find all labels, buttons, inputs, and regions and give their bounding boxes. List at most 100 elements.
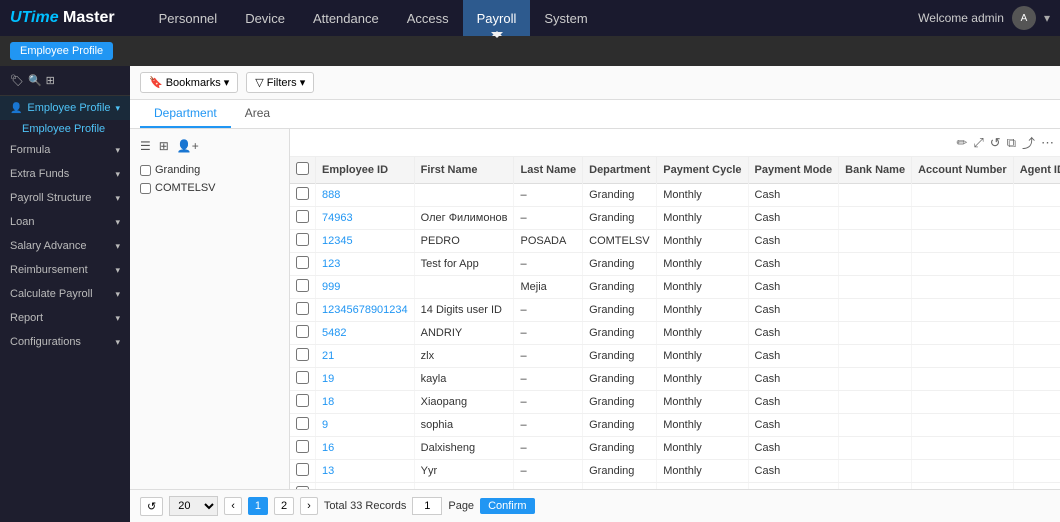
sidebar-item-reimbursement[interactable]: Reimbursement ▾ bbox=[0, 258, 130, 282]
nav-system[interactable]: System bbox=[530, 0, 601, 36]
row-checkbox[interactable] bbox=[296, 233, 309, 246]
sidebar-item-payroll-structure[interactable]: Payroll Structure ▾ bbox=[0, 186, 130, 210]
per-page-select[interactable]: 20 50 100 bbox=[169, 496, 218, 516]
table-row: 888 – Granding Monthly Cash ✔ bbox=[290, 184, 1060, 207]
copy-action-icon[interactable]: ⧉ bbox=[1007, 135, 1016, 151]
employee-id-link[interactable]: 9 bbox=[322, 419, 328, 431]
employee-id-link[interactable]: 123 bbox=[322, 258, 340, 270]
sidebar-item-loan[interactable]: Loan ▾ bbox=[0, 210, 130, 234]
row-checkbox[interactable] bbox=[296, 187, 309, 200]
confirm-button[interactable]: Confirm bbox=[480, 498, 535, 514]
page-2-button[interactable]: 2 bbox=[274, 497, 294, 515]
expand-action-icon[interactable]: ⤢ bbox=[973, 135, 983, 151]
row-checkbox[interactable] bbox=[296, 371, 309, 384]
sidebar-arrow-extra-funds: ▾ bbox=[115, 169, 120, 180]
row-checkbox[interactable] bbox=[296, 440, 309, 453]
grid-view-icon[interactable]: ⊞ bbox=[157, 137, 171, 155]
sidebar-item-salary-advance[interactable]: Salary Advance ▾ bbox=[0, 234, 130, 258]
next-page-button[interactable]: › bbox=[300, 497, 318, 515]
cell-first-name: zlx bbox=[414, 345, 514, 368]
more-action-icon[interactable]: ⋯ bbox=[1041, 135, 1054, 151]
row-checkbox[interactable] bbox=[296, 279, 309, 292]
employee-id-link[interactable]: 5482 bbox=[322, 327, 346, 339]
row-checkbox[interactable] bbox=[296, 348, 309, 361]
bookmarks-button[interactable]: 🔖 Bookmarks ▾ bbox=[140, 72, 238, 93]
cell-payment-cycle: Monthly bbox=[657, 230, 748, 253]
add-person-icon[interactable]: 👤+ bbox=[175, 137, 201, 155]
employee-id-link[interactable]: 12345 bbox=[322, 235, 353, 247]
dept-granding-checkbox[interactable] bbox=[140, 165, 151, 176]
dept-comtelsv-checkbox[interactable] bbox=[140, 183, 151, 194]
sidebar-item-configurations[interactable]: Configurations ▾ bbox=[0, 330, 130, 354]
row-checkbox[interactable] bbox=[296, 302, 309, 315]
employee-id-link[interactable]: 88 bbox=[322, 488, 334, 489]
employee-id-link[interactable]: 21 bbox=[322, 350, 334, 362]
tab-area[interactable]: Area bbox=[231, 100, 284, 128]
avatar[interactable]: A bbox=[1012, 6, 1036, 30]
row-checkbox[interactable] bbox=[296, 394, 309, 407]
share-action-icon[interactable]: ⤴ bbox=[1022, 133, 1035, 152]
employee-id-link[interactable]: 999 bbox=[322, 281, 340, 293]
row-checkbox[interactable] bbox=[296, 486, 309, 489]
cell-bank-name bbox=[839, 414, 912, 437]
page-jump-input[interactable] bbox=[412, 497, 442, 515]
nav-attendance[interactable]: Attendance bbox=[299, 0, 393, 36]
employee-id-link[interactable]: 74963 bbox=[322, 212, 353, 224]
row-checkbox-cell bbox=[290, 483, 316, 490]
cell-department: Granding bbox=[583, 253, 657, 276]
refresh-action-icon[interactable]: ↺ bbox=[990, 135, 1001, 151]
table-row: 123 Test for App – Granding Monthly Cash… bbox=[290, 253, 1060, 276]
cell-last-name: – bbox=[514, 414, 583, 437]
sidebar-label-loan: Loan bbox=[10, 216, 34, 228]
edit-action-icon[interactable]: ✏ bbox=[956, 135, 967, 151]
breadcrumb-bar: Employee Profile bbox=[0, 36, 1060, 66]
tab-department[interactable]: Department bbox=[140, 100, 231, 128]
cell-department: Granding bbox=[583, 207, 657, 230]
row-checkbox[interactable] bbox=[296, 210, 309, 223]
row-checkbox[interactable] bbox=[296, 256, 309, 269]
reload-button[interactable]: ↺ bbox=[140, 497, 163, 516]
nav-personnel[interactable]: Personnel bbox=[145, 0, 232, 36]
page-1-button[interactable]: 1 bbox=[248, 497, 268, 515]
sidebar-item-formula[interactable]: Formula ▾ bbox=[0, 138, 130, 162]
search-icon[interactable]: 🔍 bbox=[28, 74, 42, 87]
bookmark-icon: 🔖 bbox=[149, 76, 163, 89]
employee-id-link[interactable]: 13 bbox=[322, 465, 334, 477]
employee-id-link[interactable]: 12345678901234 bbox=[322, 304, 408, 316]
filters-button[interactable]: ▽ Filters ▾ bbox=[246, 72, 314, 93]
select-all-checkbox[interactable] bbox=[296, 162, 309, 175]
sidebar-item-calculate-payroll[interactable]: Calculate Payroll ▾ bbox=[0, 282, 130, 306]
cell-employee-id: 5482 bbox=[316, 322, 415, 345]
sidebar-arrow-reimbursement: ▾ bbox=[115, 265, 120, 276]
nav-access[interactable]: Access bbox=[393, 0, 463, 36]
breadcrumb-tab[interactable]: Employee Profile bbox=[10, 42, 113, 60]
sidebar-icon-person: 👤 bbox=[10, 103, 22, 114]
cell-last-name: – bbox=[514, 437, 583, 460]
row-checkbox[interactable] bbox=[296, 463, 309, 476]
dropdown-icon[interactable]: ▾ bbox=[1044, 11, 1050, 25]
nav-device[interactable]: Device bbox=[231, 0, 299, 36]
nav-payroll[interactable]: Payroll bbox=[463, 0, 531, 36]
employee-id-link[interactable]: 18 bbox=[322, 396, 334, 408]
row-checkbox[interactable] bbox=[296, 417, 309, 430]
table-row: 12345678901234 14 Digits user ID – Grand… bbox=[290, 299, 1060, 322]
table-icon[interactable]: ⊞ bbox=[46, 74, 55, 87]
dept-granding-label: Granding bbox=[155, 164, 200, 176]
sidebar-item-extra-funds[interactable]: Extra Funds ▾ bbox=[0, 162, 130, 186]
sidebar-sub-employee-profile[interactable]: Employee Profile bbox=[0, 120, 130, 138]
cell-department: Granding bbox=[583, 391, 657, 414]
cell-agent-id bbox=[1013, 391, 1060, 414]
dept-granding-item[interactable]: Granding bbox=[138, 161, 281, 179]
employee-id-link[interactable]: 888 bbox=[322, 189, 340, 201]
list-view-icon[interactable]: ☰ bbox=[138, 137, 153, 155]
row-checkbox[interactable] bbox=[296, 325, 309, 338]
sidebar-item-employee-profile[interactable]: 👤 Employee Profile ▾ bbox=[0, 96, 130, 120]
sidebar-item-report[interactable]: Report ▾ bbox=[0, 306, 130, 330]
prev-page-button[interactable]: ‹ bbox=[224, 497, 242, 515]
employee-id-link[interactable]: 16 bbox=[322, 442, 334, 454]
dept-comtelsv-item[interactable]: COMTELSV bbox=[138, 179, 281, 197]
employee-id-link[interactable]: 19 bbox=[322, 373, 334, 385]
cell-department: Granding bbox=[583, 299, 657, 322]
sidebar-label-calculate-payroll: Calculate Payroll bbox=[10, 288, 93, 300]
cell-agent-id bbox=[1013, 299, 1060, 322]
